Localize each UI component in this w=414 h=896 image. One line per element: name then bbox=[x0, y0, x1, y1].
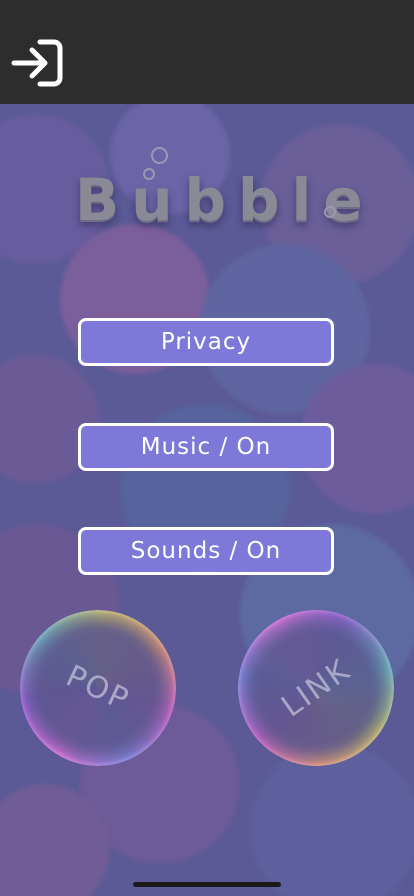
link-bubble-graphic bbox=[209, 581, 414, 795]
app-title: Bubble bbox=[75, 166, 375, 234]
title-bubble-decoration bbox=[151, 147, 168, 164]
login-icon[interactable] bbox=[10, 36, 64, 90]
app-title-area: Bubble bbox=[0, 147, 414, 250]
sounds-toggle-button[interactable]: Sounds / On bbox=[78, 527, 334, 575]
home-indicator[interactable] bbox=[133, 882, 281, 887]
pop-bubble-button[interactable]: POP bbox=[20, 610, 176, 766]
top-bar bbox=[0, 0, 414, 104]
sounds-toggle-label: Sounds / On bbox=[130, 538, 282, 564]
privacy-button[interactable]: Privacy bbox=[78, 318, 334, 366]
title-bubble-decoration bbox=[324, 206, 336, 218]
music-toggle-label: Music / On bbox=[140, 434, 272, 460]
privacy-button-label: Privacy bbox=[160, 329, 252, 355]
pop-bubble-graphic bbox=[20, 610, 176, 766]
title-bubble-decoration bbox=[143, 168, 155, 180]
music-toggle-button[interactable]: Music / On bbox=[78, 423, 334, 471]
link-bubble-button[interactable]: LINK bbox=[209, 581, 414, 795]
